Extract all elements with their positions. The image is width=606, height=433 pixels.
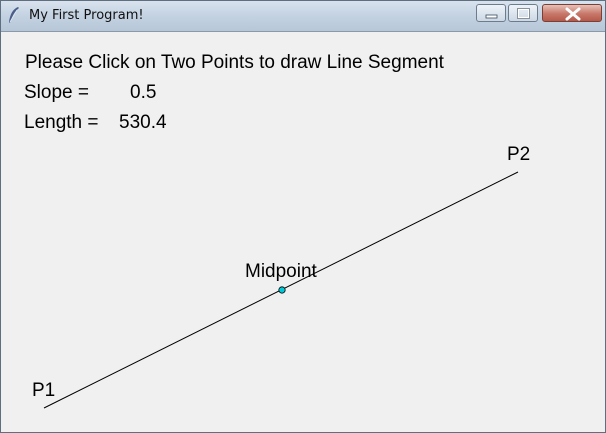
p1-label: P1 [32,380,55,401]
slope-value: 0.5 [130,82,156,103]
minimize-icon [485,14,498,19]
midpoint-marker [278,286,286,294]
window-title: My First Program! [29,8,144,23]
slope-label: Slope = [24,82,89,103]
maximize-icon [517,8,530,19]
p2-label: P2 [507,144,530,165]
minimize-button[interactable] [476,4,506,22]
feather-icon [9,7,19,23]
close-button[interactable] [542,4,602,22]
midpoint-label: Midpoint [245,261,318,282]
length-value: 530.4 [119,112,167,133]
maximize-button[interactable] [508,4,538,22]
title-bar[interactable]: My First Program! [1,1,605,32]
drawing-canvas[interactable]: Please Click on Two Points to draw Line … [2,32,605,432]
instruction-text: Please Click on Two Points to draw Line … [25,52,445,73]
app-window: My First Program! Please Click on Two Po… [0,0,606,433]
canvas-drawing: Please Click on Two Points to draw Line … [24,52,530,409]
close-icon [565,7,581,21]
length-label: Length = [24,112,99,133]
